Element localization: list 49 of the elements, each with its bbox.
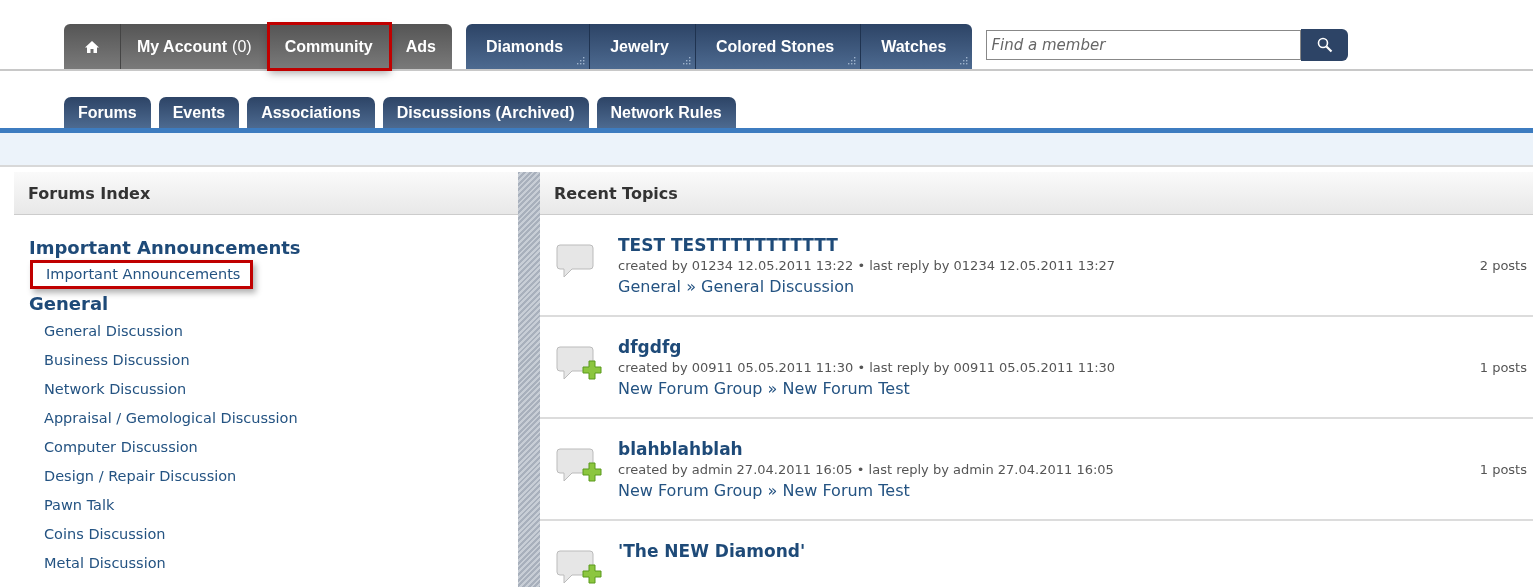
sub-tab[interactable]: Events (158, 97, 240, 128)
topic-meta: created by admin 27.04.2011 16:05 • last reply by admin 27.04.2011 16:05 (618, 462, 1114, 477)
forum-link[interactable]: Business Discussion (44, 349, 190, 372)
forum-link[interactable]: Appraisal / Gemological Discussion (44, 407, 298, 430)
forum-link[interactable]: Computer Discussion (44, 436, 198, 459)
nav-tab[interactable]: Colored Stones (695, 24, 862, 69)
nav-tab[interactable]: Ads (389, 24, 452, 69)
forum-link[interactable]: Important Announcements (30, 260, 254, 289)
topic-link[interactable]: dfgdfg (618, 337, 682, 357)
sub-tab[interactable]: Forums (64, 97, 151, 128)
home-icon (84, 39, 100, 54)
forum-link[interactable]: Metal Discussion (44, 552, 166, 575)
sub-tab[interactable]: Associations (247, 97, 375, 128)
grip-dots-icon (681, 56, 691, 65)
forum-link[interactable]: Coins Discussion (44, 523, 166, 546)
grip-dots-icon (959, 56, 969, 65)
forum-path-link[interactable]: General » General Discussion (618, 277, 855, 296)
forum-link[interactable]: General Discussion (44, 320, 183, 343)
forum-group-link[interactable]: General (29, 293, 109, 314)
nav-tab[interactable]: My Account (0) (121, 24, 269, 69)
forum-path-link[interactable]: New Forum Group » New Forum Test (618, 481, 910, 500)
post-count: 1 posts (1479, 462, 1527, 477)
post-count: 2 posts (1479, 258, 1527, 273)
forum-link[interactable]: Design / Repair Discussion (44, 465, 237, 488)
topic-link[interactable]: 'The NEW Diamond' (618, 541, 806, 561)
topic-link[interactable]: TEST TESTTTTTTTTTTT (618, 235, 838, 255)
panel-title: Forums Index (14, 172, 518, 215)
search-field[interactable]: Find a member (986, 30, 1302, 60)
post-count: 1 posts (1479, 360, 1527, 375)
topic-meta: created by 01234 12.05.2011 13:22 • last reply by 01234 12.05.2011 13:27 (618, 258, 1116, 273)
panel-title: Recent Topics (540, 172, 1533, 215)
nav-tab[interactable]: Diamonds (465, 24, 591, 69)
search-icon (1316, 37, 1333, 53)
new-topic-bubble-icon (556, 547, 604, 587)
nav-tab[interactable]: Jewelry (590, 24, 696, 69)
forum-link[interactable]: Pawn Talk (44, 494, 115, 517)
home-tab[interactable] (64, 24, 121, 69)
grip-dots-icon (576, 56, 586, 65)
forum-group-link[interactable]: Important Announcements (29, 237, 301, 258)
search-button[interactable] (1301, 29, 1349, 61)
nav-tab[interactable]: Community (268, 24, 390, 69)
forum-path-link[interactable]: New Forum Group » New Forum Test (618, 379, 910, 398)
topic-link[interactable]: blahblahblah (618, 439, 743, 459)
sub-tab[interactable]: Network Rules (596, 97, 736, 128)
grip-dots-icon (847, 56, 857, 65)
nav-tab[interactable]: Watches (861, 24, 973, 69)
topic-meta: created by 00911 05.05.2011 11:30 • last reply by 00911 05.05.2011 11:30 (618, 360, 1116, 375)
forum-link[interactable]: Network Discussion (44, 378, 187, 401)
sub-tab[interactable]: Discussions (Archived) (382, 97, 589, 128)
